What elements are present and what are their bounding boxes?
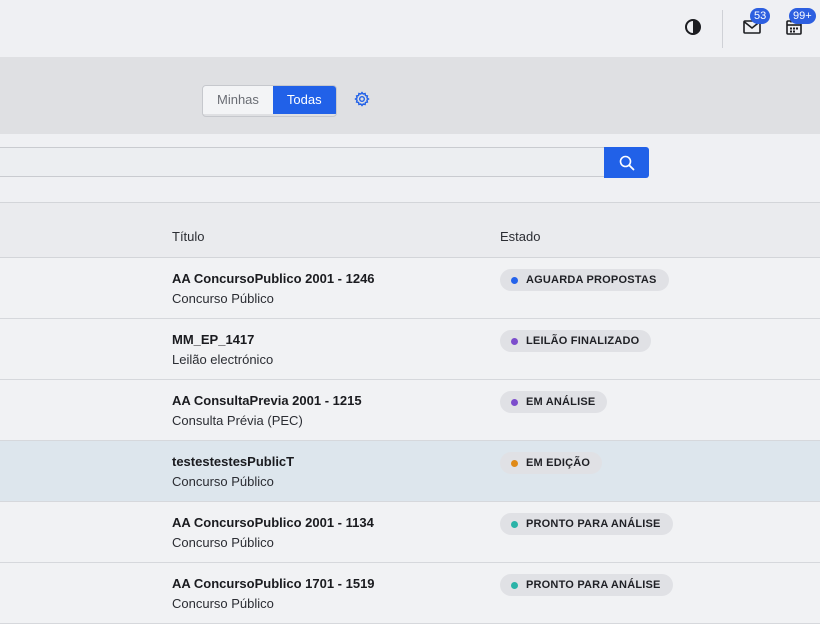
row-procedure-type: Leilão electrónico: [172, 352, 274, 367]
status-label: EM EDIÇÃO: [526, 457, 591, 469]
filter-todas-button[interactable]: Todas: [272, 86, 336, 114]
search-bar: [0, 134, 820, 202]
row-title: AA ConcursoPublico 2001 - 1246: [172, 271, 375, 286]
status-badge: PRONTO PARA ANÁLISE: [500, 513, 673, 535]
table-row[interactable]: MM_EP_1417 Leilão electrónico LEILÃO FIN…: [0, 319, 820, 380]
contrast-toggle-button[interactable]: [680, 14, 706, 40]
status-dot: [511, 459, 518, 467]
table-row[interactable]: AA ConcursoPublico 2001 - 1246 Concurso …: [0, 258, 820, 319]
status-label: LEILÃO FINALIZADO: [526, 335, 640, 347]
table-row[interactable]: AA ConsultaPrevia 2001 - 1215 Consulta P…: [0, 380, 820, 441]
gear-icon[interactable]: [354, 91, 370, 107]
calendar-button[interactable]: 99+: [781, 8, 816, 40]
ownership-toggle: Minhas Todas: [202, 85, 337, 117]
row-procedure-type: Concurso Público: [172, 535, 274, 550]
status-dot: [511, 398, 518, 406]
calendar-count-badge: 99+: [789, 8, 816, 24]
row-title: AA ConcursoPublico 2001 - 1134: [172, 515, 374, 530]
search-input[interactable]: [0, 147, 604, 177]
mail-count-badge: 53: [750, 8, 771, 24]
status-dot: [511, 276, 518, 284]
status-dot: [511, 520, 518, 528]
filter-minhas-button[interactable]: Minhas: [203, 86, 273, 114]
contrast-icon: [685, 19, 701, 35]
status-label: AGUARDA PROPOSTAS: [526, 274, 657, 286]
top-bar: 53 99+: [0, 0, 820, 57]
messages-button[interactable]: 53: [739, 8, 771, 40]
status-badge: LEILÃO FINALIZADO: [500, 330, 652, 352]
row-procedure-type: Concurso Público: [172, 596, 274, 611]
search-button[interactable]: [604, 147, 649, 178]
row-title: AA ConcursoPublico 1701 - 1519: [172, 576, 375, 591]
row-procedure-type: Concurso Público: [172, 291, 274, 306]
column-header-estado[interactable]: Estado: [500, 229, 540, 244]
table-row[interactable]: AA ConcursoPublico 1701 - 1519 Concurso …: [0, 563, 820, 624]
row-title: testestestesPublicT: [172, 454, 295, 469]
filter-bar: Minhas Todas: [0, 57, 820, 134]
table-row[interactable]: AA ConcursoPublico 2001 - 1134 Concurso …: [0, 502, 820, 563]
status-label: PRONTO PARA ANÁLISE: [526, 518, 661, 530]
row-title: MM_EP_1417: [172, 332, 255, 347]
search-icon: [619, 155, 634, 170]
status-badge: PRONTO PARA ANÁLISE: [500, 574, 673, 596]
topbar-divider: [722, 10, 723, 48]
status-dot: [511, 581, 518, 589]
status-badge: EM ANÁLISE: [500, 391, 608, 413]
column-header-titulo[interactable]: Título: [172, 229, 205, 244]
row-procedure-type: Concurso Público: [172, 474, 274, 489]
status-badge: AGUARDA PROPOSTAS: [500, 269, 669, 291]
status-label: EM ANÁLISE: [526, 396, 596, 408]
row-title: AA ConsultaPrevia 2001 - 1215: [172, 393, 362, 408]
status-label: PRONTO PARA ANÁLISE: [526, 579, 661, 591]
status-badge: EM EDIÇÃO: [500, 452, 603, 474]
row-procedure-type: Consulta Prévia (PEC): [172, 413, 303, 428]
table-header: Título Estado: [0, 202, 820, 258]
status-dot: [511, 337, 518, 345]
table-row[interactable]: testestestesPublicT Concurso Público EM …: [0, 441, 820, 502]
